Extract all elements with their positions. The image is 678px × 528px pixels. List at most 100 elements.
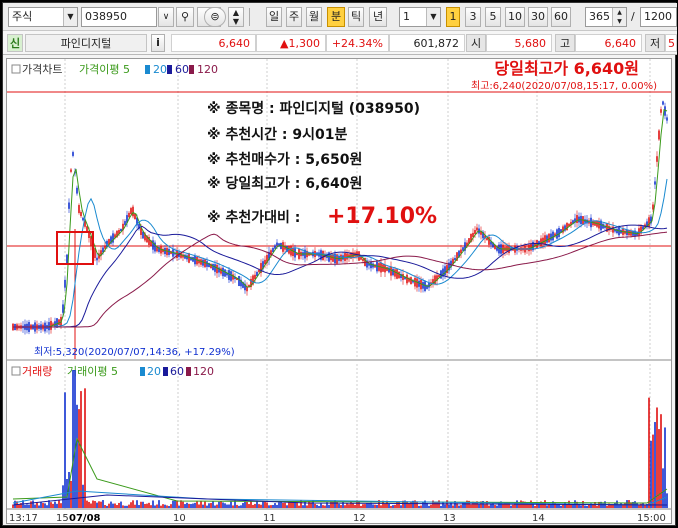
volume-bar (666, 493, 668, 508)
toolbar: 주식 ▼ 038950 ∨ ⚲ 관 ⊜ ▲ ▼ 일 주 월 분 틱 년 1 (3, 3, 677, 31)
credit-badge: 신 (7, 34, 23, 52)
volume-bar (138, 505, 140, 508)
code-dropdown-button[interactable]: ∨ (158, 7, 174, 27)
code-stepper[interactable]: ▲ ▼ (228, 7, 244, 27)
interval-60-button[interactable]: 60 (551, 7, 571, 27)
volume-bar (360, 505, 362, 508)
x-axis-label: 15 (56, 513, 69, 523)
volume-bar (80, 391, 82, 508)
candle-body (294, 248, 296, 258)
high-label: 고 (555, 34, 575, 52)
period-tick-button[interactable]: 틱 (348, 7, 364, 27)
count-input-value: 365 (589, 10, 610, 23)
volume-bar (496, 505, 498, 508)
volume-bar (78, 409, 80, 508)
volume-bar (336, 501, 338, 508)
annotation-compare-label: ※ 추천가대비 : (207, 210, 300, 226)
interval-10-label: 10 (508, 10, 522, 23)
volume-bar (652, 434, 654, 508)
volume-bar (420, 505, 422, 508)
candle-body (540, 238, 542, 246)
volume-bar (144, 503, 146, 508)
high-price: 6,640 (575, 34, 642, 52)
volume-bar (178, 505, 180, 508)
candle-body (536, 240, 538, 248)
candle-body (214, 264, 216, 272)
code-input-value: 038950 (85, 10, 127, 23)
volume-bar (546, 505, 548, 508)
chevron-down-icon[interactable]: ▼ (63, 8, 77, 26)
interval-5-button[interactable]: 5 (485, 7, 501, 27)
volume-bar (392, 505, 394, 508)
volume-bar (44, 503, 46, 508)
legend-collapse-icon[interactable] (11, 64, 21, 74)
volume-bar (584, 505, 586, 508)
volume-bar (140, 501, 142, 508)
candle-body (390, 266, 392, 276)
period-day-button[interactable]: 일 (266, 7, 282, 27)
volume-bar (452, 505, 454, 508)
interval-select-value: 1 (403, 10, 410, 23)
volume-bar (124, 505, 126, 508)
price-ma-label: 가격이평 5 (79, 63, 130, 76)
volume-bar (400, 505, 402, 508)
info-button[interactable]: i (151, 34, 165, 52)
volume-bar (260, 504, 262, 508)
code-input[interactable]: 038950 (81, 7, 157, 27)
period-week-button[interactable]: 주 (286, 7, 302, 27)
volume-bar (240, 505, 242, 508)
low-label: 저 (645, 34, 665, 52)
interval-30-button[interactable]: 30 (528, 7, 548, 27)
volume-bar (250, 501, 252, 508)
chart-area[interactable]: 가격차트 가격이평 5 20 60 120 당일최고가 6,640원 최고:6,… (6, 58, 672, 524)
candle-body (86, 226, 88, 232)
volume-bar (32, 500, 34, 508)
interval-3-button[interactable]: 3 (465, 7, 481, 27)
volume-bar (314, 503, 316, 508)
period-minute-button[interactable]: 분 (327, 7, 345, 27)
chart-svg[interactable]: 가격차트 가격이평 5 20 60 120 당일최고가 6,640원 최고:6,… (7, 59, 671, 524)
volume-bar (280, 502, 282, 508)
candle-body (428, 282, 430, 288)
open-price: 5,680 (486, 34, 552, 52)
chevron-down-icon[interactable]: ▼ (426, 8, 440, 26)
volume-bar (444, 504, 446, 508)
stock-name-label: 파인디지털 (60, 37, 112, 50)
candle-body (230, 271, 232, 281)
volume-bar (164, 504, 166, 508)
candle-body (576, 215, 578, 223)
count-stepper[interactable]: ▲ ▼ (612, 8, 626, 26)
price-ma5-label: 5 (123, 63, 130, 76)
quote-bar: 신 파인디지털 i 6,640 ▲1,300 +24.34% 601,872 시… (3, 31, 677, 55)
period-year-button[interactable]: 년 (369, 7, 387, 27)
candle-body (238, 276, 240, 286)
volume-bar (238, 505, 240, 508)
volume-bar (350, 501, 352, 508)
volume-bar (484, 504, 486, 508)
volume-bar (228, 504, 230, 508)
period-minute-label: 분 (330, 10, 342, 23)
candle-body (64, 279, 66, 288)
candle-body (76, 187, 78, 194)
interval-10-button[interactable]: 10 (505, 7, 525, 27)
volume-bar (72, 370, 74, 508)
volume-bar (132, 500, 134, 508)
period-week-label: 주 (288, 10, 300, 23)
candle-body (396, 269, 398, 279)
candle-body (486, 237, 488, 241)
annotation-line-1: ※ 종목명 : 파인디지털 (038950) (207, 100, 420, 117)
count-input[interactable]: 365 ▲ ▼ (585, 7, 627, 27)
volume-bar (284, 502, 286, 508)
total-input[interactable]: 1200 (640, 7, 677, 27)
volume-bar (286, 505, 288, 508)
link-button[interactable]: ⊜ (204, 7, 226, 27)
volume-bar (422, 502, 424, 508)
volume-bar (174, 500, 176, 508)
interval-select[interactable]: 1 ▼ (399, 7, 441, 27)
volume-bar (282, 502, 284, 508)
volume-legend-collapse-icon[interactable] (11, 366, 21, 376)
interval-1-button[interactable]: 1 (446, 7, 460, 27)
candle-body (128, 212, 130, 218)
period-month-button[interactable]: 월 (306, 7, 322, 27)
market-select[interactable]: 주식 ▼ (8, 7, 78, 27)
